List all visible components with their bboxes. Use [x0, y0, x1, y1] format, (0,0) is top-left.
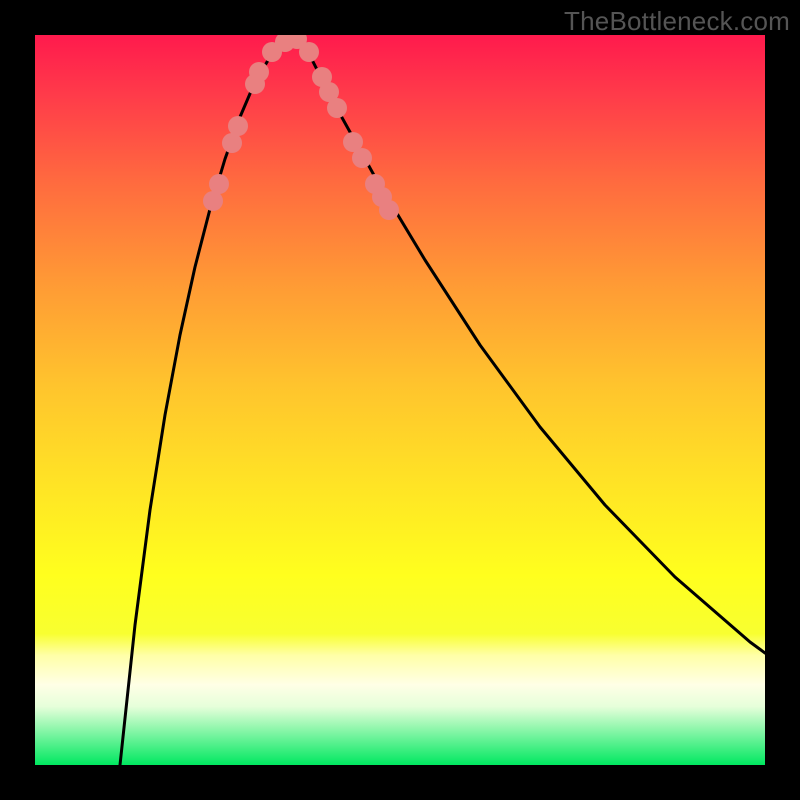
marker-point: [249, 62, 269, 82]
marker-point: [327, 98, 347, 118]
series-right-curve: [303, 42, 765, 653]
marker-point: [203, 191, 223, 211]
chart-svg: [35, 35, 765, 765]
marker-point: [379, 200, 399, 220]
marker-point: [222, 133, 242, 153]
curve-group: [120, 38, 765, 765]
marker-point: [209, 174, 229, 194]
marker-point: [352, 148, 372, 168]
marker-point: [228, 116, 248, 136]
plot-area: [35, 35, 765, 765]
series-left-curve: [120, 42, 285, 765]
chart-frame: TheBottleneck.com: [0, 0, 800, 800]
marker-point: [299, 42, 319, 62]
watermark-text: TheBottleneck.com: [564, 6, 790, 37]
marker-group: [203, 35, 399, 220]
